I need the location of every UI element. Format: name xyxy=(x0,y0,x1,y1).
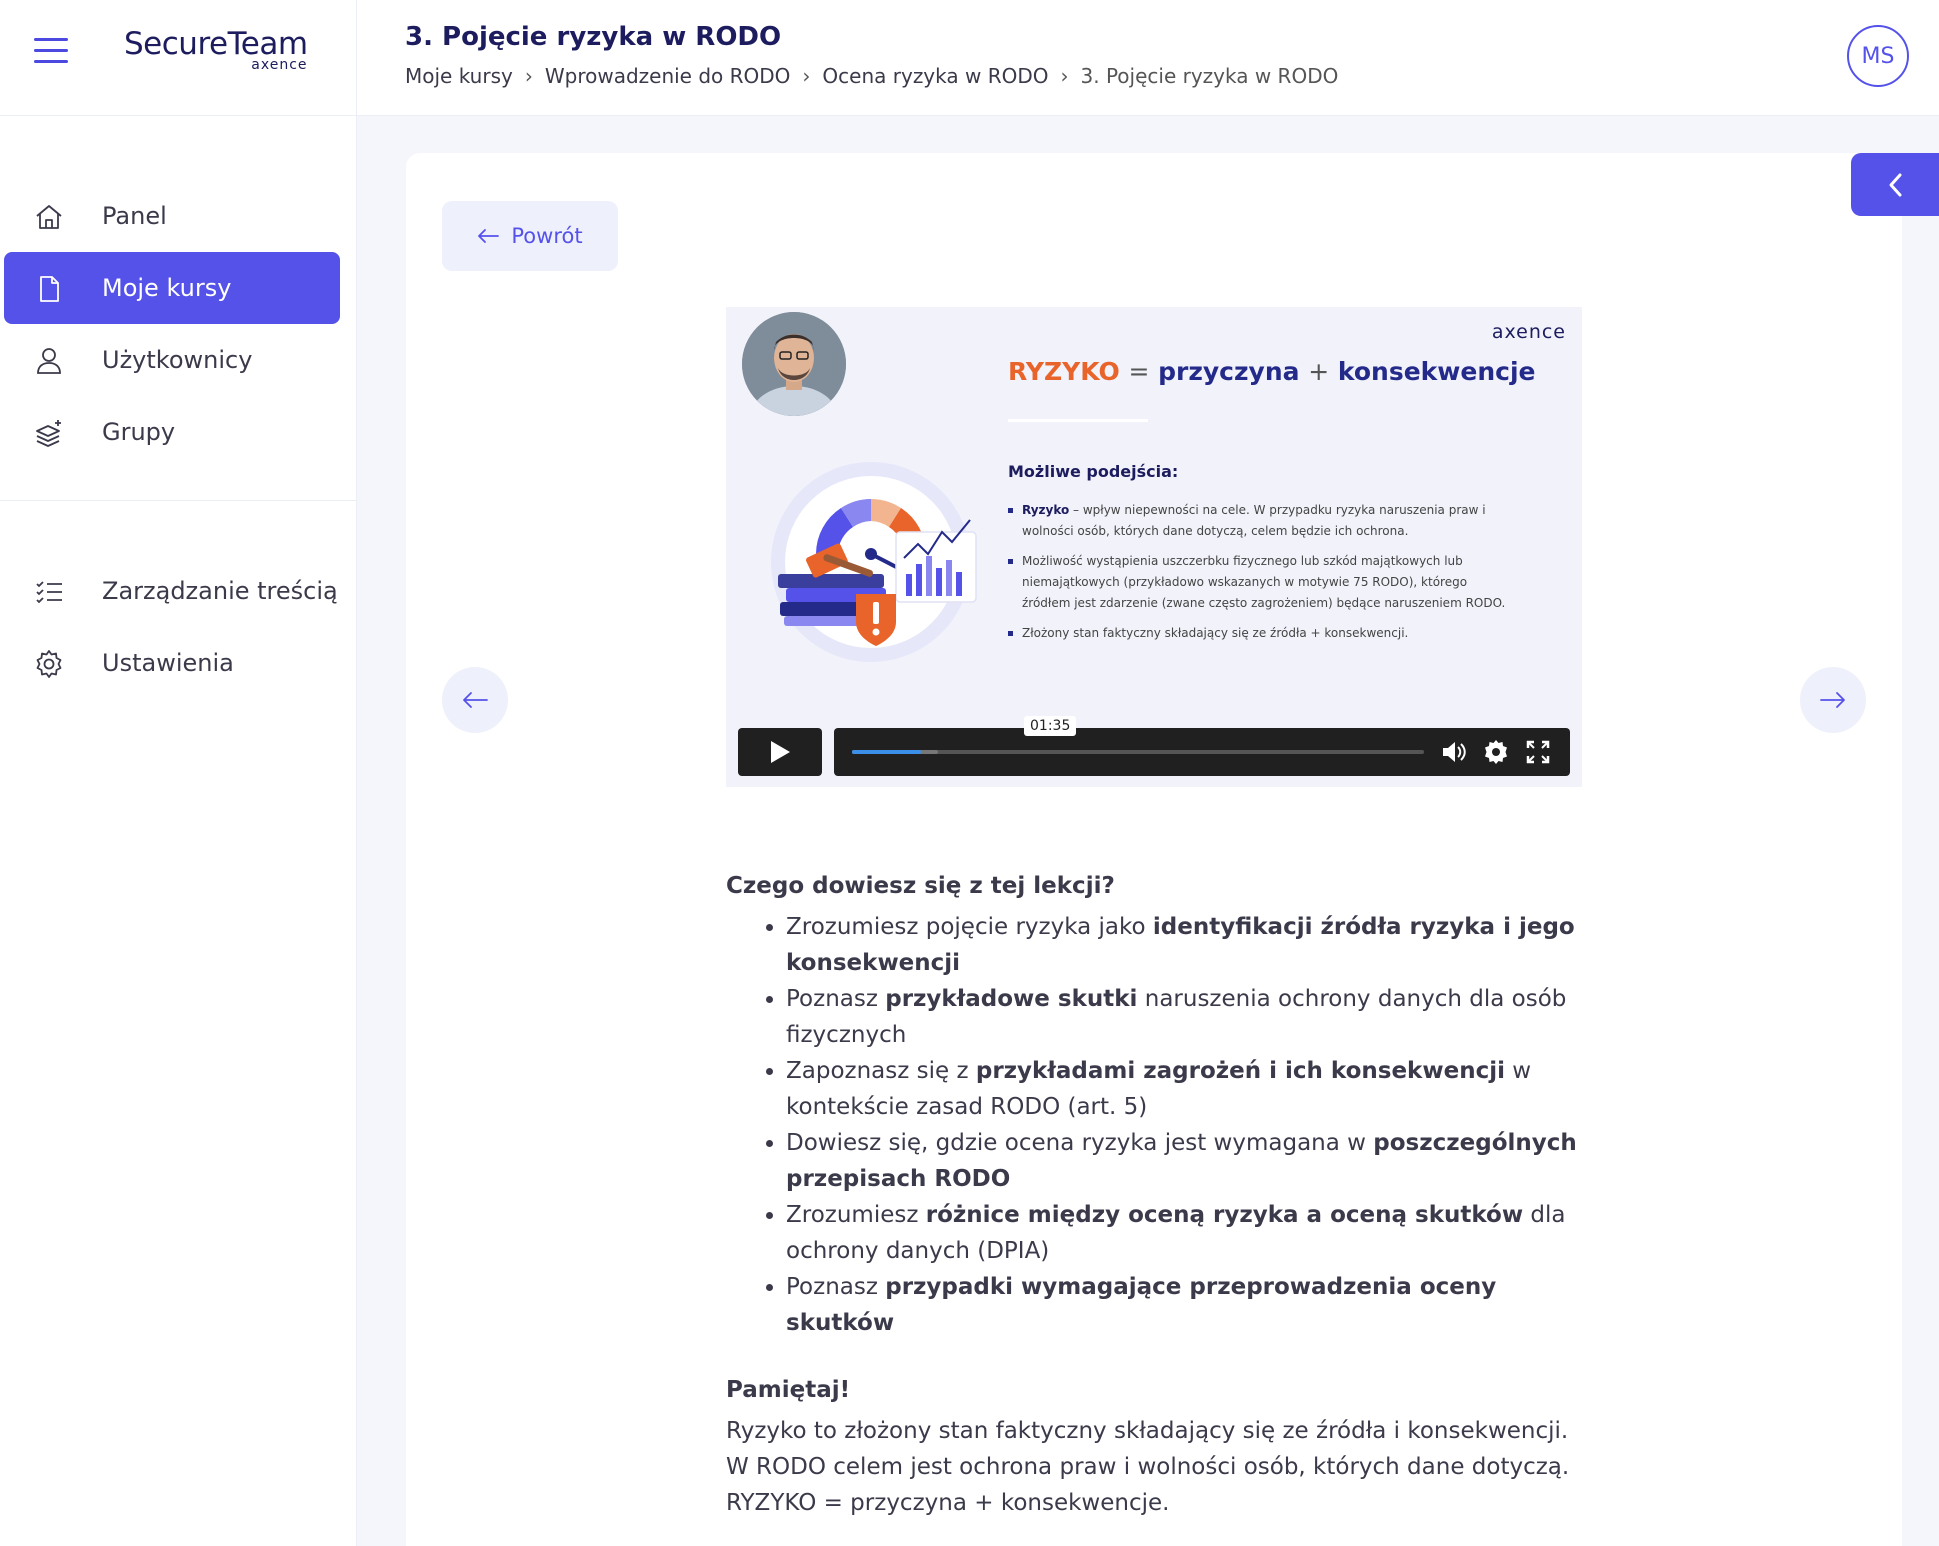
remember-heading: Pamiętaj! xyxy=(726,1377,851,1403)
breadcrumb-item[interactable]: Moje kursy xyxy=(405,64,513,88)
checklist-icon xyxy=(36,581,62,604)
nav-secondary: Zarządzanie treścią Ustawienia xyxy=(0,501,356,699)
item-bold: przykładami zagrożeń i ich konsekwencji xyxy=(975,1058,1505,1084)
sidebar-item-label: Użytkownicy xyxy=(102,346,253,374)
approach-item: Złożony stan faktyczny składający się ze… xyxy=(1008,623,1508,644)
home-icon xyxy=(36,205,62,229)
heading-equals: = xyxy=(1128,357,1150,386)
breadcrumb-item[interactable]: Ocena ryzyka w RODO xyxy=(822,64,1048,88)
video-player[interactable]: axence RYZYKO = przyczyna + konsekwencje… xyxy=(726,307,1582,787)
heading-underline xyxy=(1008,419,1148,422)
back-button-label: Powrót xyxy=(511,224,583,248)
progress-bar[interactable]: 01:35 xyxy=(852,716,1424,754)
arrow-right-icon xyxy=(1820,692,1845,708)
approaches-list: Ryzyko – wpływ niepewności na cele. W pr… xyxy=(1008,500,1508,653)
heading-plus: + xyxy=(1308,357,1330,386)
fullscreen-icon[interactable] xyxy=(1524,738,1552,766)
menu-icon[interactable] xyxy=(34,38,68,68)
sidebar-item-moje-kursy[interactable]: Moje kursy xyxy=(4,252,340,324)
heading-consequence: konsekwencje xyxy=(1337,357,1536,386)
list-item: Zapoznasz się z przykładami zagrożeń i i… xyxy=(786,1053,1606,1125)
arrow-left-icon xyxy=(463,692,488,708)
presenter-photo xyxy=(742,312,846,416)
sidebar-item-ustawienia[interactable]: Ustawienia xyxy=(4,627,340,699)
approach-text: – wpływ niepewności na cele. W przypadku… xyxy=(1022,503,1486,538)
arrow-left-icon xyxy=(478,229,500,243)
item-text: Dowiesz się, gdzie ocena ryzyka jest wym… xyxy=(786,1130,1374,1156)
list-item: Zrozumiesz różnice między oceną ryzyka a… xyxy=(786,1197,1606,1269)
sidebar-item-label: Panel xyxy=(102,202,167,230)
list-item: Poznasz przypadki wymagające przeprowadz… xyxy=(786,1269,1606,1341)
breadcrumb-separator: › xyxy=(1060,64,1069,88)
remember-text: W RODO celem jest ochrona praw i wolnośc… xyxy=(726,1454,1570,1480)
heading-risk: RYZYKO xyxy=(1008,357,1120,386)
learn-heading: Czego dowiesz się z tej lekcji? xyxy=(726,873,1115,899)
list-item: Poznasz przykładowe skutki naruszenia oc… xyxy=(786,981,1606,1053)
sidebar-item-zarzadzanie-trescia[interactable]: Zarządzanie treścią xyxy=(4,555,340,627)
item-text: Poznasz xyxy=(786,1274,886,1300)
sidebar: SecureTeam axence Panel Moje kursy Użytk… xyxy=(0,0,357,1546)
avatar[interactable]: MS xyxy=(1847,25,1909,87)
list-item: Zrozumiesz pojęcie ryzyka jako identyfik… xyxy=(786,909,1606,981)
play-icon xyxy=(771,741,790,763)
breadcrumb: Moje kursy › Wprowadzenie do RODO › Ocen… xyxy=(405,64,1338,88)
item-text: Zrozumiesz pojęcie ryzyka jako xyxy=(786,914,1153,940)
sidebar-header: SecureTeam axence xyxy=(0,0,356,116)
logo[interactable]: SecureTeam axence xyxy=(124,26,308,73)
heading-cause: przyczyna xyxy=(1158,357,1300,386)
video-brand-logo: axence xyxy=(1491,321,1566,343)
play-button[interactable] xyxy=(738,728,822,776)
sidebar-item-label: Grupy xyxy=(102,418,176,446)
sidebar-item-label: Zarządzanie treścią xyxy=(102,577,338,605)
remember-text: Ryzyko to złożony stan faktyczny składaj… xyxy=(726,1418,1569,1444)
layers-icon xyxy=(36,420,61,447)
sidebar-item-label: Ustawienia xyxy=(102,649,234,677)
breadcrumb-separator: › xyxy=(524,64,533,88)
chevron-left-icon xyxy=(1889,173,1902,196)
video-controls: 01:35 xyxy=(738,716,1570,776)
video-slide-heading: RYZYKO = przyczyna + konsekwencje xyxy=(1008,357,1536,386)
item-text: Zrozumiesz xyxy=(786,1202,926,1228)
sidebar-item-uzytkownicy[interactable]: Użytkownicy xyxy=(4,324,340,396)
remember-text: RYZYKO = przyczyna + konsekwencje. xyxy=(726,1490,1170,1516)
nav-main: Panel Moje kursy Użytkownicy Grupy xyxy=(0,116,356,501)
settings-icon[interactable] xyxy=(1482,738,1510,766)
user-icon xyxy=(37,348,61,374)
approach-bold: Ryzyko xyxy=(1022,503,1070,517)
back-button[interactable]: Powrót xyxy=(442,201,618,271)
approaches-title: Możliwe podejścia: xyxy=(1008,462,1179,481)
page-title: 3. Pojęcie ryzyka w RODO xyxy=(405,22,782,52)
next-lesson-button[interactable] xyxy=(1800,667,1866,733)
risk-illustration xyxy=(771,462,977,662)
approach-item: Ryzyko – wpływ niepewności na cele. W pr… xyxy=(1008,500,1508,542)
progress-fill xyxy=(852,750,921,754)
breadcrumb-separator: › xyxy=(802,64,811,88)
volume-icon[interactable] xyxy=(1440,738,1468,766)
item-text: Zapoznasz się z xyxy=(786,1058,976,1084)
item-bold: przykładowe skutki xyxy=(885,986,1138,1012)
sidebar-item-grupy[interactable]: Grupy xyxy=(4,396,340,468)
item-text: Poznasz xyxy=(786,986,886,1012)
list-item: Dowiesz się, gdzie ocena ryzyka jest wym… xyxy=(786,1125,1606,1197)
header: 3. Pojęcie ryzyka w RODO Moje kursy › Wp… xyxy=(357,0,1939,116)
learn-list: Zrozumiesz pojęcie ryzyka jako identyfik… xyxy=(726,909,1606,1341)
approach-item: Możliwość wystąpienia uszczerbku fizyczn… xyxy=(1008,551,1508,614)
collapse-panel-button[interactable] xyxy=(1851,153,1939,216)
item-bold: różnice między oceną ryzyka a oceną skut… xyxy=(925,1202,1524,1228)
gear-icon xyxy=(36,650,62,678)
time-tooltip: 01:35 xyxy=(1024,716,1077,736)
sidebar-item-panel[interactable]: Panel xyxy=(4,180,340,252)
content-card: Powrót axence RYZYKO = przyczyna + konse… xyxy=(406,153,1902,1546)
previous-lesson-button[interactable] xyxy=(442,667,508,733)
breadcrumb-current: 3. Pojęcie ryzyka w RODO xyxy=(1080,64,1339,88)
video-control-bar: 01:35 xyxy=(834,716,1570,776)
document-icon xyxy=(40,276,59,302)
sidebar-item-label: Moje kursy xyxy=(102,274,232,302)
lesson-description: Czego dowiesz się z tej lekcji? Zrozumie… xyxy=(726,873,1606,1521)
breadcrumb-item[interactable]: Wprowadzenie do RODO xyxy=(545,64,791,88)
item-bold: przypadki wymagające przeprowadzenia oce… xyxy=(786,1274,1497,1336)
